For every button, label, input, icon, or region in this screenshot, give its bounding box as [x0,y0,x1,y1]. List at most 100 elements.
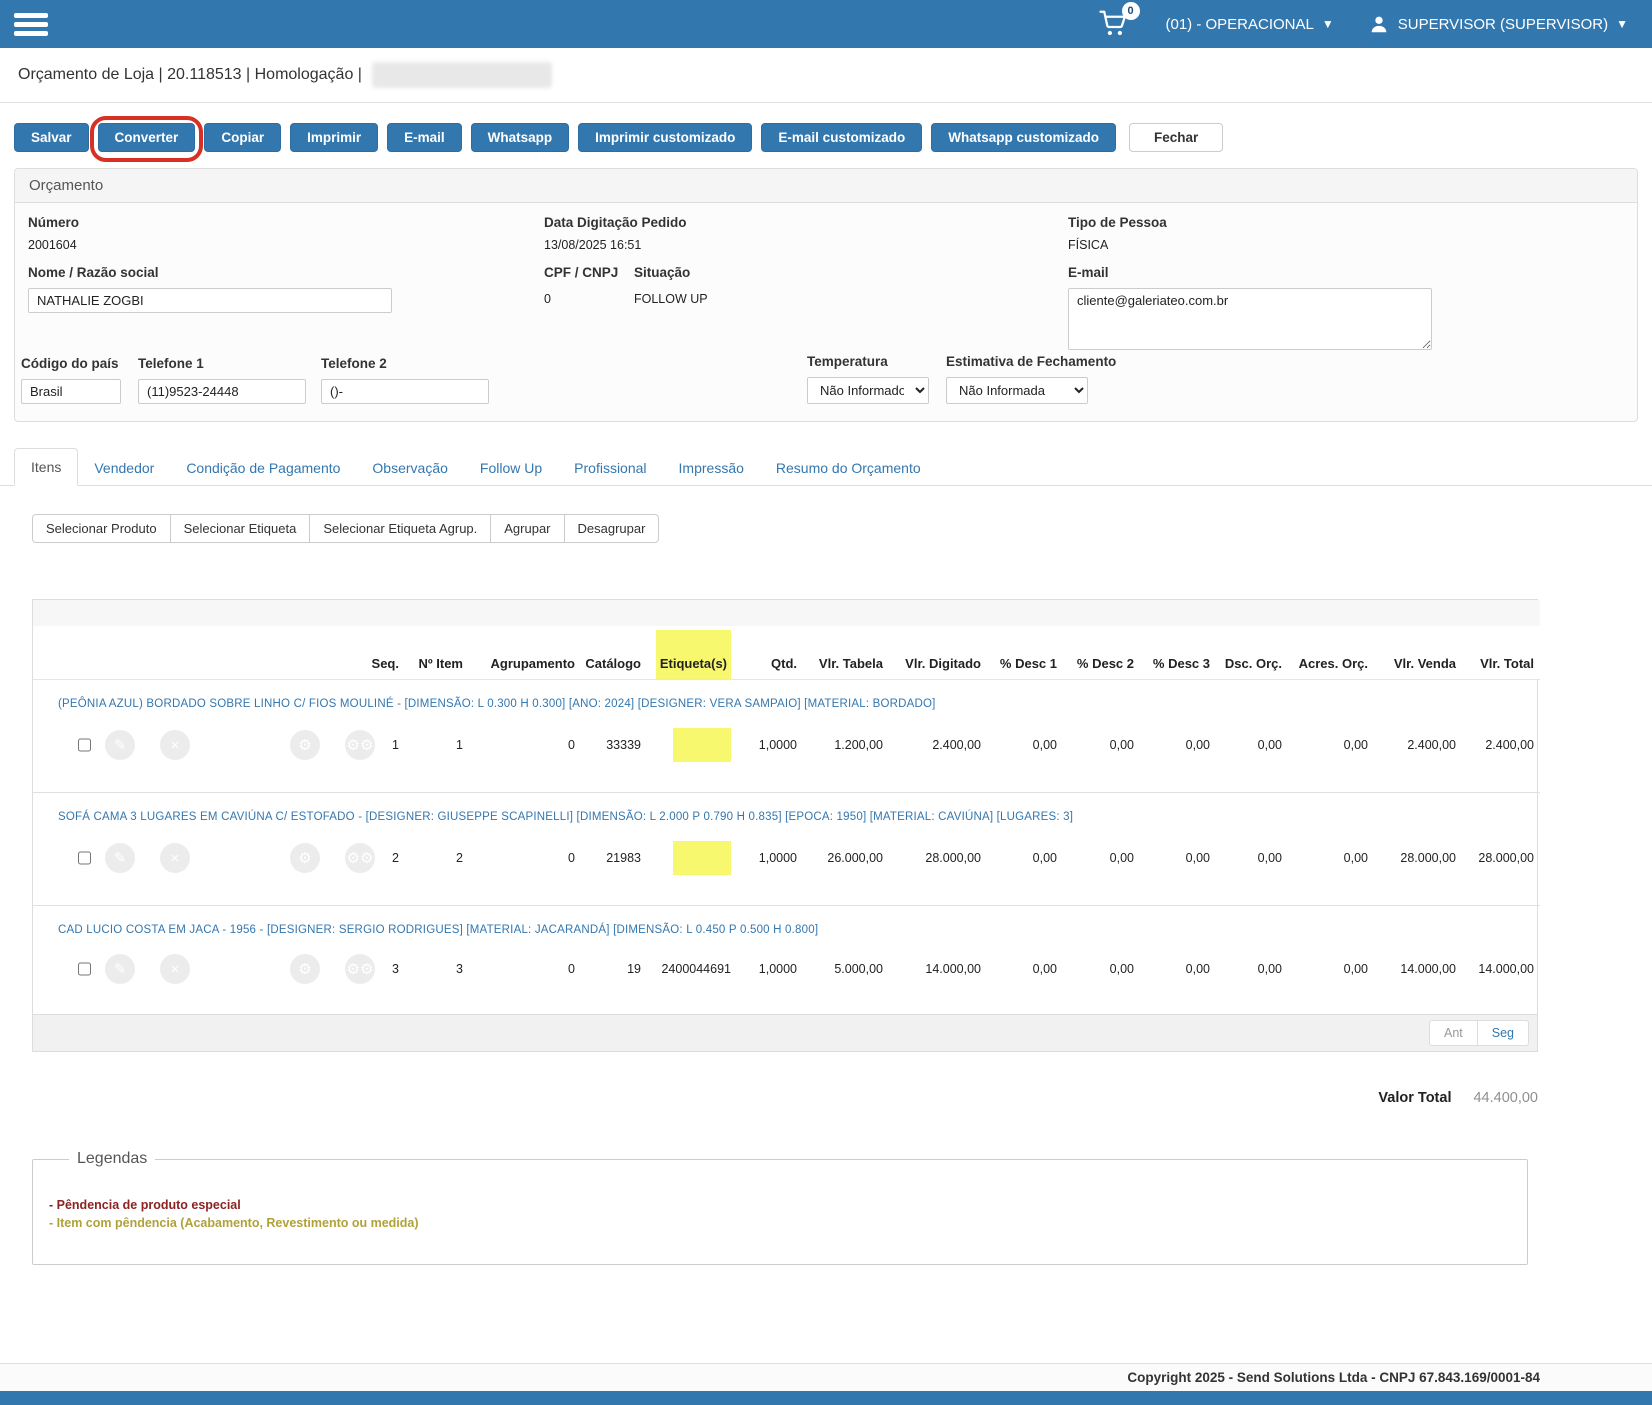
settings-group-icon[interactable]: ⚙⚙ [345,843,375,873]
col-desc1: % Desc 1 [987,600,1063,680]
legendas-box: Legendas - Pêndencia de produto especial… [32,1150,1528,1265]
tab-profissional[interactable]: Profissional [558,450,662,486]
cell-desc3: 0,00 [1140,940,1216,1014]
settings-icon[interactable]: ⚙ [290,730,320,760]
edit-icon[interactable]: ✎ [105,843,135,873]
cell-dsc-orc: 0,00 [1216,827,1288,906]
selecionar-etiqueta-button[interactable]: Selecionar Etiqueta [170,514,311,543]
valor-total-label: Valor Total [1378,1090,1451,1106]
delete-icon[interactable]: × [160,954,190,984]
edit-icon[interactable]: ✎ [105,954,135,984]
total-row: Valor Total 44.400,00 [32,1090,1538,1106]
numero-value: 2001604 [28,238,79,252]
cell-desc1: 0,00 [987,714,1063,793]
tab-impressao[interactable]: Impressão [663,450,760,486]
settings-group-icon[interactable]: ⚙⚙ [345,730,375,760]
branch-label: (01) - OPERACIONAL [1166,16,1314,33]
whatsapp-customizado-button[interactable]: Whatsapp customizado [931,123,1116,152]
converter-button[interactable]: Converter [98,123,196,152]
data-digitacao-value: 13/08/2025 16:51 [544,238,687,252]
cell-qtd: 1,0000 [737,714,803,793]
delete-icon[interactable]: × [160,730,190,760]
cpf-label: CPF / CNPJ [544,265,618,280]
orcamento-panel-title: Orçamento [15,169,1637,203]
estimativa-select[interactable]: Não Informada [946,377,1088,404]
tab-vendedor[interactable]: Vendedor [78,450,170,486]
telefone2-input[interactable] [321,379,489,404]
cell-desc2: 0,00 [1063,940,1140,1014]
valor-total-value: 44.400,00 [1473,1090,1538,1106]
cell-vlr-tabela: 5.000,00 [803,940,889,1014]
estimativa-label: Estimativa de Fechamento [946,354,1116,369]
settings-icon[interactable]: ⚙ [290,954,320,984]
row-checkbox[interactable] [78,851,91,865]
col-n-item: Nº Item [405,600,469,680]
cart-button[interactable]: 0 [1098,8,1132,40]
items-table: Seq. Nº Item Agrupamento Catálogo Etique… [33,600,1540,1014]
tab-itens[interactable]: Itens [14,448,78,486]
col-vlr-total: Vlr. Total [1462,600,1540,680]
email-textarea[interactable]: cliente@galeriateo.com.br [1068,288,1432,350]
col-agrupamento: Agrupamento [469,600,581,680]
nome-input[interactable] [28,288,392,313]
selecionar-produto-button[interactable]: Selecionar Produto [32,514,171,543]
cell-catalogo: 19 [581,940,647,1014]
cell-etiqueta [647,827,737,906]
delete-icon[interactable]: × [160,843,190,873]
imprimir-customizado-button[interactable]: Imprimir customizado [578,123,752,152]
cell-vlr-venda: 2.400,00 [1374,714,1462,793]
cell-catalogo: 21983 [581,827,647,906]
desagrupar-button[interactable]: Desagrupar [564,514,660,543]
legend-item-special: - Pêndencia de produto especial [49,1198,1511,1212]
tipo-pessoa-label: Tipo de Pessoa [1068,215,1167,230]
situacao-label: Situação [634,265,708,280]
selecionar-etiqueta-agrup-button[interactable]: Selecionar Etiqueta Agrup. [309,514,491,543]
email-customizado-button[interactable]: E-mail customizado [761,123,922,152]
item-description: (PEÔNIA AZUL) BORDADO SOBRE LINHO C/ FIO… [33,680,1540,715]
telefone1-input[interactable] [138,379,306,404]
tab-condicao-pagamento[interactable]: Condição de Pagamento [170,450,356,486]
fechar-button[interactable]: Fechar [1129,123,1223,152]
telefone2-label: Telefone 2 [321,356,489,371]
row-checkbox[interactable] [78,962,91,976]
salvar-button[interactable]: Salvar [14,123,89,152]
cell-acres-orc: 0,00 [1288,714,1374,793]
cell-acres-orc: 0,00 [1288,827,1374,906]
agrupar-button[interactable]: Agrupar [490,514,564,543]
whatsapp-button[interactable]: Whatsapp [471,123,570,152]
imprimir-button[interactable]: Imprimir [290,123,378,152]
temperatura-select[interactable]: Não Informado [807,377,929,404]
table-row: ✎ × ⚙ ⚙⚙ 3 3 0 19 2400044691 1,0000 5.00… [33,940,1540,1014]
pagination-prev-button[interactable]: Ant [1429,1020,1478,1046]
pagination-next-button[interactable]: Seg [1477,1020,1529,1046]
col-qtd: Qtd. [737,600,803,680]
cell-vlr-tabela: 1.200,00 [803,714,889,793]
settings-icon[interactable]: ⚙ [290,843,320,873]
top-navbar: 0 (01) - OPERACIONAL ▼ SUPERVISOR (SUPER… [0,0,1652,48]
col-desc3: % Desc 3 [1140,600,1216,680]
redacted-client-name [372,62,552,88]
icons-column-header [33,600,353,680]
hamburger-menu-icon[interactable] [14,9,52,40]
copiar-button[interactable]: Copiar [204,123,281,152]
cell-qtd: 1,0000 [737,940,803,1014]
cart-count-badge: 0 [1122,2,1140,20]
codigo-pais-input[interactable] [21,379,121,404]
settings-group-icon[interactable]: ⚙⚙ [345,954,375,984]
copyright-text: Copyright 2025 - Send Solutions Ltda - C… [0,1363,1652,1391]
cell-desc3: 0,00 [1140,714,1216,793]
cell-catalogo: 33339 [581,714,647,793]
row-checkbox[interactable] [78,738,91,752]
edit-icon[interactable]: ✎ [105,730,135,760]
chevron-down-icon: ▼ [1322,17,1334,31]
tab-observacao[interactable]: Observação [356,450,463,486]
tab-resumo-orcamento[interactable]: Resumo do Orçamento [760,450,937,486]
tab-follow-up[interactable]: Follow Up [464,450,558,486]
branch-dropdown[interactable]: (01) - OPERACIONAL ▼ [1166,16,1334,33]
cell-vlr-total: 28.000,00 [1462,827,1540,906]
email-button[interactable]: E-mail [387,123,462,152]
cell-acres-orc: 0,00 [1288,940,1374,1014]
cell-vlr-total: 14.000,00 [1462,940,1540,1014]
user-label: SUPERVISOR (SUPERVISOR) [1398,16,1608,33]
user-dropdown[interactable]: SUPERVISOR (SUPERVISOR) ▼ [1368,13,1628,35]
